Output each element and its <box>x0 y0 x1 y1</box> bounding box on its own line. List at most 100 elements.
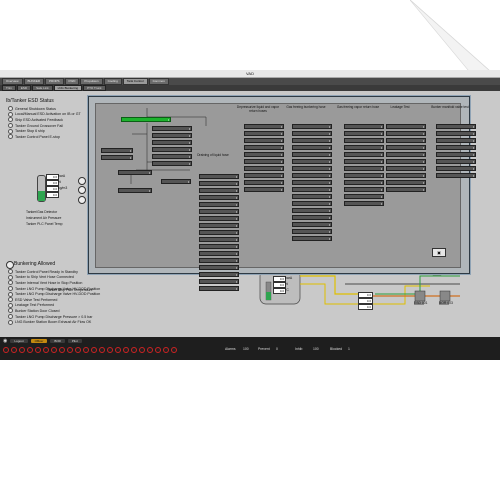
alarm-indicator-circle[interactable] <box>99 347 105 353</box>
sequence-step-button[interactable] <box>199 230 239 235</box>
sequence-step-button[interactable] <box>292 229 332 234</box>
sequence-step-button[interactable] <box>386 159 426 164</box>
sequence-step-button[interactable] <box>244 124 284 129</box>
alarm-indicator-circle[interactable] <box>19 347 25 353</box>
sequence-step-button[interactable] <box>436 124 476 129</box>
menu-item[interactable]: BUNKER <box>23 78 45 85</box>
sequence-step-button[interactable] <box>199 209 239 214</box>
sequence-step-button[interactable] <box>344 180 384 185</box>
sequence-step-button[interactable] <box>386 166 426 171</box>
alarm-indicator-circle[interactable] <box>27 347 33 353</box>
alarm-indicator-circle[interactable] <box>35 347 41 353</box>
menu-item[interactable]: Cooling <box>103 78 122 85</box>
sequence-step-button[interactable] <box>244 138 284 143</box>
sequence-step-button[interactable] <box>344 152 384 157</box>
sub-tab[interactable]: Safe Link <box>32 85 53 91</box>
menu-item[interactable]: FWD <box>64 78 80 85</box>
alarm-indicator-circle[interactable] <box>131 347 137 353</box>
sequence-step-button[interactable] <box>344 173 384 178</box>
sequence-step-button[interactable] <box>436 173 476 178</box>
alarm-indicator-circle[interactable] <box>155 347 161 353</box>
sequence-step-button[interactable] <box>152 140 192 145</box>
sequence-step-button[interactable] <box>344 201 384 206</box>
sequence-step-button[interactable] <box>292 159 332 164</box>
sequence-step-button[interactable] <box>344 131 384 136</box>
sequence-step-button[interactable] <box>386 145 426 150</box>
sequence-step-button[interactable] <box>199 223 239 228</box>
power-icon[interactable]: ◉ <box>3 338 7 344</box>
sequence-step-button[interactable] <box>292 173 332 178</box>
status-pill[interactable]: Officer <box>30 338 48 343</box>
sequence-step-button[interactable] <box>344 159 384 164</box>
sequence-step-button[interactable] <box>344 124 384 129</box>
sequence-step-button[interactable] <box>244 187 284 192</box>
sequence-step-button[interactable] <box>244 166 284 171</box>
alarm-indicator-circle[interactable] <box>51 347 57 353</box>
sequence-step-button[interactable] <box>199 181 239 186</box>
sequence-step-button[interactable] <box>292 180 332 185</box>
sequence-step-button[interactable] <box>292 138 332 143</box>
menu-item[interactable]: Common <box>148 78 169 85</box>
alarm-indicator-circle[interactable] <box>3 347 9 353</box>
sequence-step-button[interactable] <box>436 131 476 136</box>
alarm-indicator-circle[interactable] <box>163 347 169 353</box>
sequence-step-button[interactable] <box>101 148 133 153</box>
sequence-step-button[interactable] <box>121 117 171 122</box>
sequence-step-button[interactable] <box>244 152 284 157</box>
alarm-indicator-circle[interactable] <box>171 347 177 353</box>
sequence-step-button[interactable] <box>152 161 192 166</box>
sequence-step-button[interactable] <box>199 195 239 200</box>
sequence-step-button[interactable] <box>199 188 239 193</box>
sequence-step-button[interactable] <box>344 166 384 171</box>
sequence-step-button[interactable] <box>436 145 476 150</box>
sequence-step-button[interactable] <box>436 138 476 143</box>
menu-item[interactable]: Tank Control <box>122 78 148 85</box>
sequence-step-button[interactable] <box>199 202 239 207</box>
sequence-step-button[interactable] <box>292 152 332 157</box>
alarm-indicator-circle[interactable] <box>11 347 17 353</box>
menu-item[interactable]: Propulsion <box>80 78 103 85</box>
sequence-step-button[interactable] <box>292 201 332 206</box>
alarm-indicator-circle[interactable] <box>67 347 73 353</box>
sub-tab[interactable]: PTO Trunk <box>83 85 106 91</box>
sequence-step-button[interactable] <box>292 194 332 199</box>
menu-item[interactable]: Overview <box>2 78 23 85</box>
sequence-step-button[interactable] <box>101 155 133 160</box>
status-pill[interactable]: BOR <box>50 338 65 343</box>
sequence-step-button[interactable] <box>292 208 332 213</box>
sequence-step-button[interactable] <box>244 173 284 178</box>
alarm-indicator-circle[interactable] <box>75 347 81 353</box>
sequence-step-button[interactable] <box>292 166 332 171</box>
alarm-indicator-circle[interactable] <box>147 347 153 353</box>
sequence-step-button[interactable] <box>386 131 426 136</box>
sequence-step-button[interactable] <box>199 251 239 256</box>
sequence-step-button[interactable] <box>199 265 239 270</box>
valve-label-bor[interactable]: BOR 003 <box>439 301 453 305</box>
sequence-step-button[interactable] <box>386 124 426 129</box>
menu-item[interactable]: PROPS <box>45 78 64 85</box>
sequence-step-button[interactable] <box>199 279 239 284</box>
sequence-step-button[interactable] <box>199 216 239 221</box>
status-pill[interactable]: Logout <box>10 338 28 343</box>
alarm-indicator-circle[interactable] <box>115 347 121 353</box>
alarm-indicator-circle[interactable] <box>83 347 89 353</box>
sequence-step-button[interactable] <box>344 145 384 150</box>
sequence-step-button[interactable] <box>152 154 192 159</box>
sequence-step-button[interactable] <box>436 159 476 164</box>
sequence-step-button[interactable] <box>152 147 192 152</box>
sequence-step-button[interactable] <box>344 138 384 143</box>
sequence-step-button[interactable] <box>118 170 152 175</box>
dialog-close-button[interactable]: ▣ <box>432 248 446 257</box>
sequence-step-button[interactable] <box>244 159 284 164</box>
alarm-indicator-circle[interactable] <box>139 347 145 353</box>
alarm-indicator-circle[interactable] <box>107 347 113 353</box>
sequence-step-button[interactable] <box>244 145 284 150</box>
sequence-step-button[interactable] <box>436 152 476 157</box>
sequence-step-button[interactable] <box>386 152 426 157</box>
sequence-step-button[interactable] <box>244 131 284 136</box>
sequence-step-button[interactable] <box>344 194 384 199</box>
sequence-step-button[interactable] <box>386 180 426 185</box>
sequence-step-button[interactable] <box>386 138 426 143</box>
sequence-step-button[interactable] <box>292 187 332 192</box>
valve-label-esd[interactable]: ESD 001 <box>414 301 428 305</box>
